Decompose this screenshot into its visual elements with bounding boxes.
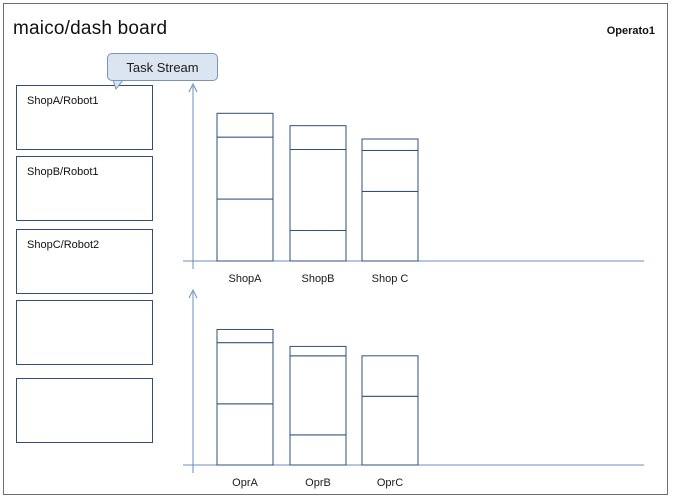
x-tick-label: Shop C: [372, 273, 409, 285]
bar-segment: [216, 342, 274, 405]
bar-segment: [216, 198, 274, 262]
bar-segment: [289, 230, 347, 262]
bar-segment: [216, 136, 274, 200]
charts-canvas: ShopA ShopB Shop C OprA OprB OprC: [183, 82, 644, 489]
bar-segment: [361, 138, 419, 151]
bar-segment: [289, 149, 347, 232]
bar-segment: [289, 434, 347, 466]
bar-segment: [289, 355, 347, 436]
x-tick-label: ShopB: [301, 273, 334, 285]
bar-segment: [216, 328, 274, 344]
x-tick-label: ShopA: [228, 273, 262, 285]
bar-segment: [216, 403, 274, 466]
bar-segment: [361, 190, 419, 262]
bar-segment: [361, 149, 419, 192]
bar-segment: [289, 125, 347, 151]
bar-segment: [289, 345, 347, 357]
bar-segment: [216, 112, 274, 138]
bar-segment: [361, 395, 419, 466]
x-tick-label: OprA: [232, 477, 258, 489]
x-tick-label: OprC: [377, 477, 403, 489]
bar-segment: [361, 355, 419, 397]
x-tick-label: OprB: [305, 477, 331, 489]
